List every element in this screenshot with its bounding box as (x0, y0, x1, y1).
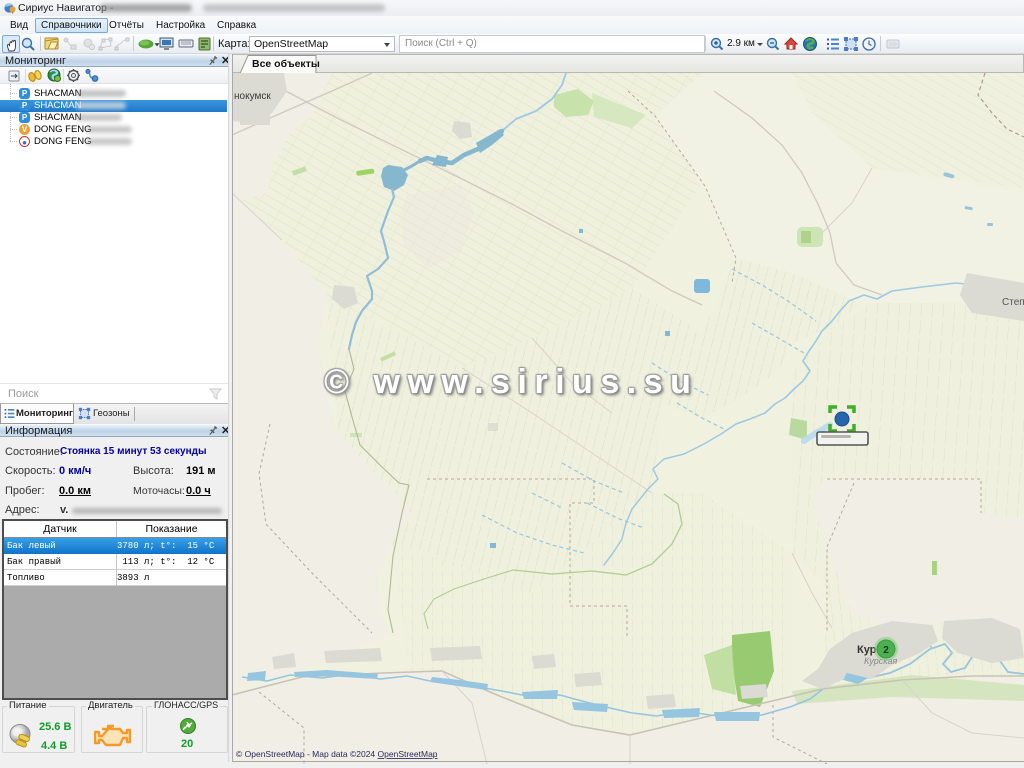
svg-text:нокумск: нокумск (234, 91, 271, 102)
svg-text:Кур: Кур (857, 644, 877, 656)
svg-text:Степ: Степ (1002, 297, 1024, 308)
svg-text:2: 2 (883, 645, 889, 656)
svg-text:© OpenStreetMap - Map data ©20: © OpenStreetMap - Map data ©2024 OpenStr… (236, 749, 438, 759)
